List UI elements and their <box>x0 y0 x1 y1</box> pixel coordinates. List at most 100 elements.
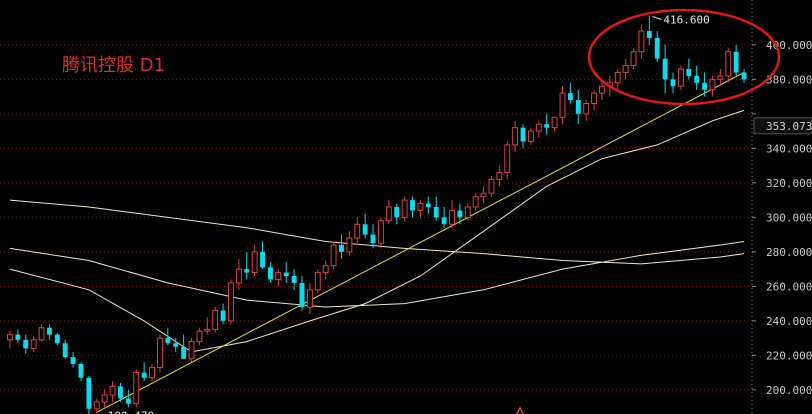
candle-body <box>654 37 660 59</box>
candle-body <box>464 206 471 218</box>
y-axis: 200.000 220.000 240.000 260.000 280.000 300.0… <box>751 0 812 414</box>
candle <box>496 165 503 187</box>
candle-body <box>299 282 305 308</box>
candle-body <box>314 272 321 291</box>
candle <box>677 65 684 90</box>
candle-body <box>267 267 273 280</box>
candle <box>306 282 313 314</box>
candle-body <box>535 123 542 132</box>
candle-body <box>725 51 732 77</box>
high-annotation: 416.600 <box>652 14 710 27</box>
candle <box>725 48 732 83</box>
tick-label: 280.000 <box>766 246 812 259</box>
candle-body <box>109 385 116 396</box>
candle-body <box>417 203 424 211</box>
tick-label: 320.000 <box>766 177 812 190</box>
candle-body <box>599 85 605 94</box>
candle-body <box>339 244 344 252</box>
candle <box>78 362 84 382</box>
candle <box>299 276 305 311</box>
candle-body <box>551 116 558 129</box>
trendline-group <box>96 72 745 413</box>
candle-body <box>694 75 700 83</box>
candle-body <box>686 69 692 76</box>
candle <box>275 269 282 287</box>
candle <box>694 65 700 90</box>
candle <box>212 307 219 333</box>
candle <box>283 262 289 283</box>
candle-body <box>622 65 629 73</box>
candle-body <box>527 130 534 142</box>
tick-label: 300.000 <box>766 211 812 224</box>
candle <box>410 196 415 218</box>
candle <box>614 69 621 90</box>
candle <box>662 44 668 94</box>
low-label: 180.470 <box>108 409 154 414</box>
candle-body <box>6 334 13 341</box>
candle <box>377 217 384 249</box>
candle-body <box>544 124 550 128</box>
candle-body <box>30 339 37 349</box>
candle-body <box>101 394 108 403</box>
candle-body <box>394 207 400 218</box>
candle-body <box>354 223 361 239</box>
candle-body <box>330 244 337 267</box>
candle <box>133 369 140 408</box>
candle <box>330 241 337 270</box>
candle <box>125 389 131 408</box>
candle-body <box>496 172 503 180</box>
candle <box>472 193 479 211</box>
candle <box>535 120 542 138</box>
candlestick-chart: 200.000 220.000 240.000 260.000 280.000 300.0… <box>0 0 812 414</box>
candle-body <box>377 220 384 244</box>
candle-body <box>46 327 52 335</box>
candle-body <box>156 337 163 368</box>
candle-body <box>93 401 100 410</box>
candle <box>370 224 376 249</box>
candle <box>54 332 60 345</box>
candle-body <box>385 206 392 222</box>
candle-body <box>125 398 131 404</box>
candle-body <box>141 372 147 378</box>
candle <box>267 262 273 283</box>
candle-body <box>709 78 716 91</box>
candle-body <box>401 199 408 218</box>
candle-body <box>520 127 526 142</box>
candle-body <box>480 192 487 198</box>
candle <box>314 269 321 294</box>
candle-body <box>488 178 495 194</box>
candle-body <box>220 310 226 321</box>
candle-body <box>204 328 211 332</box>
candle-body <box>449 209 455 225</box>
candle-body <box>702 82 708 90</box>
candle-body <box>212 310 219 330</box>
candle-body <box>188 341 195 360</box>
candle-body <box>662 58 668 80</box>
candle-body <box>181 346 187 359</box>
candle <box>686 58 692 80</box>
candle <box>630 48 637 69</box>
candle-body <box>638 30 645 53</box>
candle <box>6 331 13 349</box>
candle-body <box>54 334 60 344</box>
price-tag-label: 353.073 <box>766 120 812 133</box>
candle <box>567 82 573 104</box>
candle <box>109 381 116 402</box>
candle <box>709 75 716 97</box>
candle-body <box>717 75 724 80</box>
candle-body <box>228 282 234 322</box>
candle-body <box>512 127 519 146</box>
candle-body <box>291 276 297 283</box>
candle-body <box>733 51 739 73</box>
candle-body <box>251 251 258 274</box>
candle-body <box>62 343 68 358</box>
candle <box>394 203 400 225</box>
candle <box>646 15 652 45</box>
candle-body <box>244 269 250 273</box>
candle <box>339 234 344 259</box>
candle <box>520 124 526 149</box>
candle-body <box>165 338 171 344</box>
candle <box>733 44 739 76</box>
candle <box>417 200 424 218</box>
trendline <box>96 72 745 413</box>
